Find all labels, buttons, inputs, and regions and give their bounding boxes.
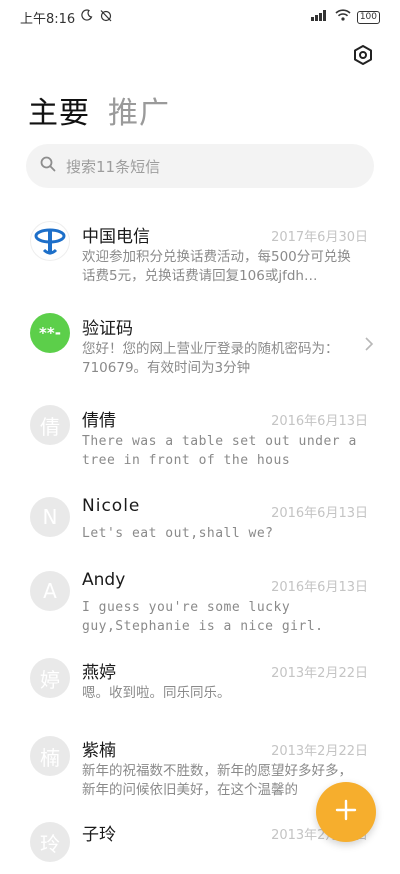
message-date: 2016年6月13日 — [271, 414, 368, 429]
conversation-item[interactable]: A Andy 2016年6月13日 I guess you're some lu… — [0, 558, 400, 646]
contact-avatar: N — [30, 497, 70, 537]
contact-name: 子玲 — [82, 825, 116, 845]
contact-avatar: 楠 — [30, 736, 70, 776]
settings-button[interactable] — [350, 44, 376, 70]
chevron-right-icon[interactable] — [364, 336, 374, 356]
message-preview: There was a table set out under a tree i… — [82, 434, 357, 468]
conversation-item[interactable]: 倩 倩倩 2016年6月13日 There was a table set ou… — [0, 392, 400, 484]
search-icon — [40, 156, 56, 176]
message-preview: I guess you're some lucky guy,Stephanie … — [82, 600, 324, 634]
contact-name: 中国电信 — [82, 227, 150, 247]
moon-icon — [81, 9, 93, 25]
search-input[interactable]: 搜索11条短信 — [26, 144, 374, 188]
message-tabs: 主要 推广 — [28, 88, 170, 132]
contact-name: Andy — [82, 570, 126, 590]
status-left: 上午8:16 — [20, 8, 113, 27]
message-preview: 您好！您的网上营业厅登录的随机密码为：710679。有效时间为3分钟 — [82, 341, 339, 376]
contact-avatar: A — [30, 571, 70, 611]
contact-avatar: 婷 — [30, 658, 70, 698]
contact-name: 燕婷 — [82, 663, 116, 683]
status-bar: 上午8:16 100 — [0, 0, 400, 34]
wifi-icon — [335, 9, 351, 25]
message-preview: 欢迎参加积分兑换话费活动，每500分可兑换话费5元，兑换话费请回复106或jfd… — [82, 249, 351, 284]
gear-icon — [352, 44, 374, 70]
compose-button[interactable] — [316, 782, 376, 842]
contact-name: Nicole — [82, 496, 141, 516]
conversation-item[interactable]: 婷 燕婷 2013年2月22日 嗯。收到啦。同乐同乐。 — [0, 646, 400, 724]
contact-name: 验证码 — [82, 319, 133, 339]
contact-avatar: 倩 — [30, 405, 70, 445]
conversation-item[interactable]: 中国电信 2017年6月30日 欢迎参加积分兑换话费活动，每500分可兑换话费5… — [0, 208, 400, 300]
status-time: 上午8:16 — [20, 11, 76, 27]
contact-avatar: 玲 — [30, 822, 70, 862]
telecom-logo-icon — [30, 221, 70, 261]
alarm-off-icon — [99, 9, 113, 26]
verification-avatar: **- — [30, 313, 70, 353]
message-preview: 嗯。收到啦。同乐同乐。 — [82, 685, 231, 701]
contact-name: 紫楠 — [82, 741, 116, 761]
signal-icon — [310, 9, 329, 25]
message-date: 2013年2月22日 — [271, 744, 368, 759]
conversation-item[interactable]: **- 验证码 您好！您的网上营业厅登录的随机密码为：710679。有效时间为3… — [0, 300, 400, 392]
search-placeholder: 搜索11条短信 — [66, 157, 161, 176]
message-date: 2013年2月22日 — [271, 666, 368, 681]
message-date: 2016年6月13日 — [271, 506, 368, 521]
contact-name: 倩倩 — [82, 411, 116, 431]
plus-icon — [335, 799, 357, 825]
tab-main[interactable]: 主要 — [28, 88, 90, 132]
message-date: 2016年6月13日 — [271, 580, 368, 595]
conversation-item[interactable]: N Nicole 2016年6月13日 Let's eat out,shall … — [0, 484, 400, 558]
battery-indicator: 100 — [356, 10, 380, 24]
conversation-list: 中国电信 2017年6月30日 欢迎参加积分兑换话费活动，每500分可兑换话费5… — [0, 208, 400, 874]
status-right: 100 — [310, 9, 380, 25]
tab-promo[interactable]: 推广 — [108, 88, 170, 132]
message-date: 2017年6月30日 — [271, 230, 368, 245]
message-preview: Let's eat out,shall we? — [82, 526, 274, 541]
